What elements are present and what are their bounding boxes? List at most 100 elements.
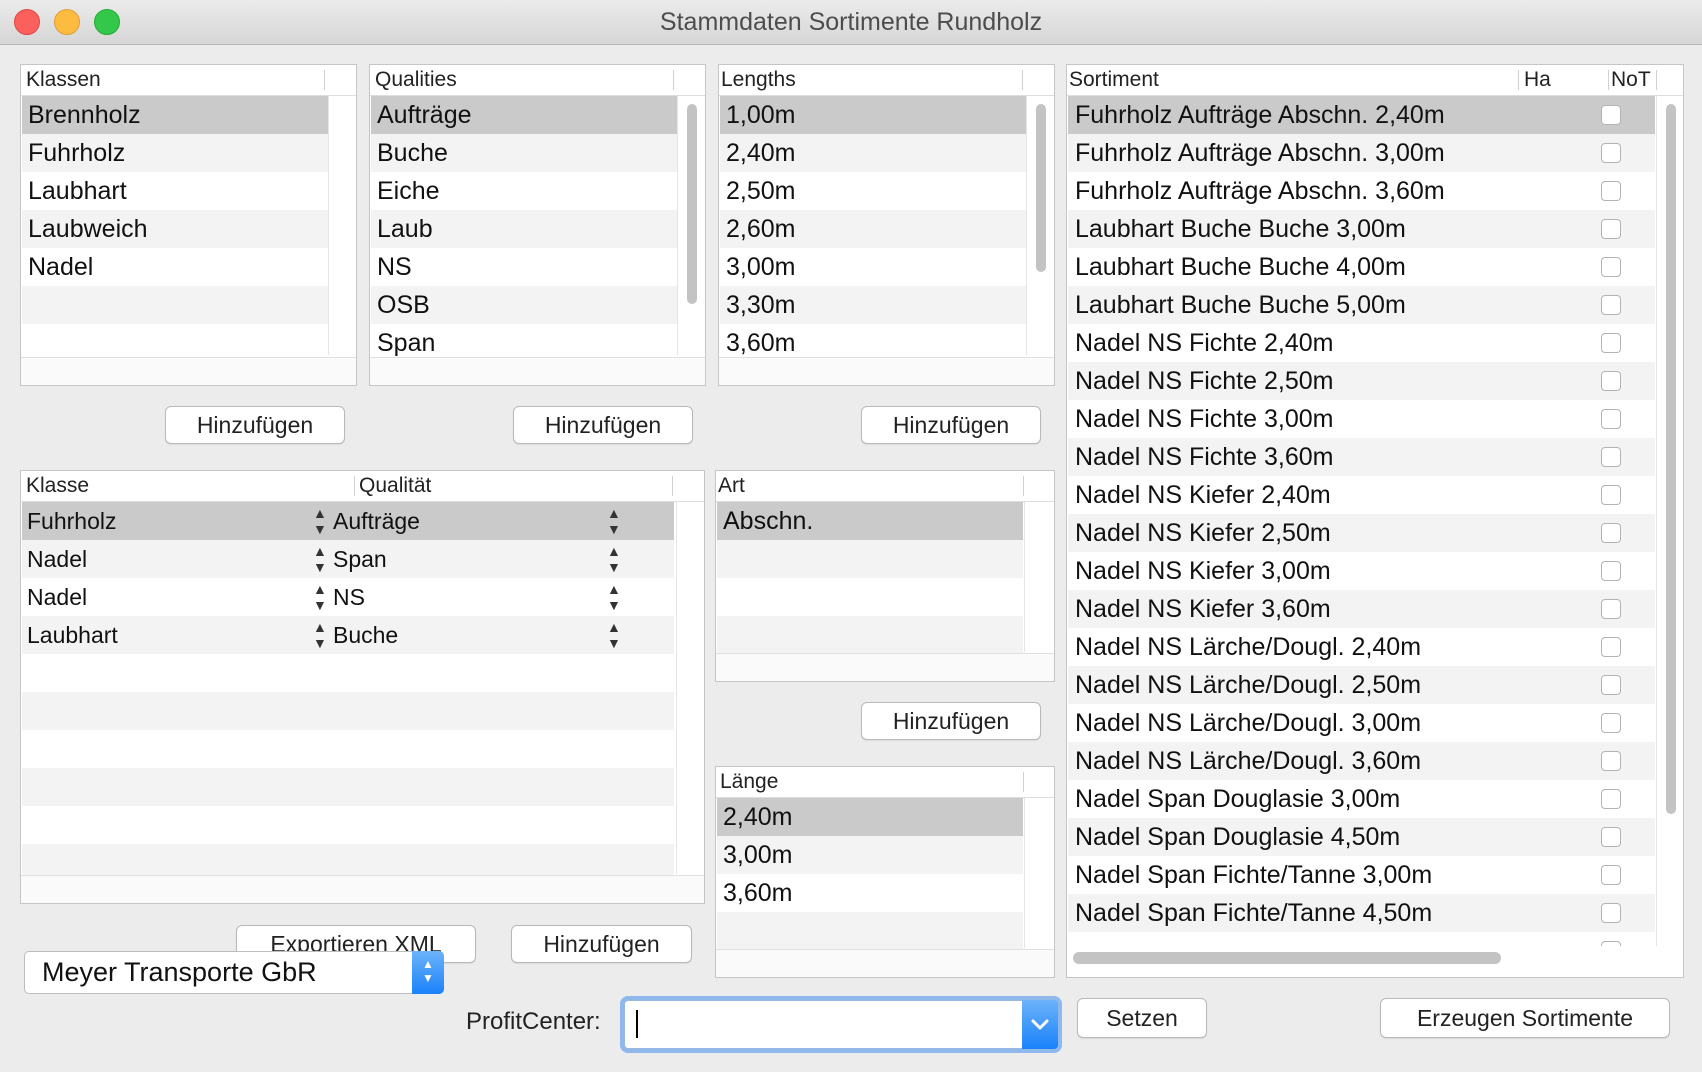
updown-arrows-icon[interactable]: ▲ ▼ — [607, 581, 621, 613]
not-checkbox[interactable] — [1601, 637, 1621, 657]
add-art-button[interactable]: Hinzufügen — [861, 702, 1041, 740]
updown-arrows-icon[interactable]: ▲ ▼ — [607, 505, 621, 537]
qualities-header[interactable]: Qualities — [370, 65, 705, 96]
klasse-cell[interactable]: Nadel — [27, 540, 87, 578]
not-checkbox[interactable] — [1601, 713, 1621, 733]
not-checkbox[interactable] — [1601, 751, 1621, 771]
sortiment-scrollbar[interactable] — [1656, 96, 1683, 946]
not-checkbox[interactable] — [1601, 105, 1621, 125]
mapping-row[interactable]: Nadel ▲ ▼ Span ▲ ▼ — [22, 540, 674, 578]
updown-arrows-icon[interactable]: ▲ ▼ — [607, 619, 621, 651]
not-checkbox[interactable] — [1601, 675, 1621, 695]
qualities-row[interactable]: Aufträge — [371, 96, 677, 134]
art-row[interactable] — [717, 540, 1023, 578]
qualities-row[interactable]: NS — [371, 248, 677, 286]
qualities-scrollbar[interactable] — [677, 96, 705, 355]
sortiment-row[interactable]: Nadel Span Douglasie 4,50m — [1068, 818, 1655, 856]
klassen-row[interactable]: Nadel — [22, 248, 328, 286]
updown-arrows-icon[interactable]: ▲ ▼ — [313, 619, 327, 651]
qualitaet-column-header[interactable]: Qualität — [359, 474, 431, 498]
sortiment-row[interactable]: Nadel NS Fichte 2,50m — [1068, 362, 1655, 400]
not-checkbox[interactable] — [1601, 599, 1621, 619]
klasse-qualitaet-table[interactable]: Klasse Qualität Fuhrholz ▲ ▼ Aufträge ▲ ▼ Nade… — [20, 470, 705, 904]
lengths-row[interactable]: 2,60m — [720, 210, 1026, 248]
art-row[interactable]: Abschn. — [717, 502, 1023, 540]
add-quality-button[interactable]: Hinzufügen — [513, 406, 693, 444]
laenge-list[interactable]: Länge 2,40m 3,00m 3,60m — [715, 766, 1055, 978]
add-klasse-button[interactable]: Hinzufügen — [165, 406, 345, 444]
profitcenter-combobox[interactable] — [624, 1000, 1058, 1049]
not-column-header[interactable]: NoT — [1611, 68, 1651, 92]
qualitaet-cell[interactable]: NS — [333, 578, 365, 616]
klassen-row[interactable]: Laubweich — [22, 210, 328, 248]
not-checkbox[interactable] — [1601, 865, 1621, 885]
qualitaet-cell[interactable]: Buche — [333, 616, 398, 654]
qualities-row[interactable]: Laub — [371, 210, 677, 248]
not-checkbox[interactable] — [1601, 219, 1621, 239]
company-select[interactable]: Meyer Transporte GbR ▲ ▼ — [24, 951, 444, 994]
sortiment-row[interactable]: Fuhrholz Aufträge Abschn. 3,00m — [1068, 134, 1655, 172]
lengths-row[interactable]: 2,40m — [720, 134, 1026, 172]
klassen-header[interactable]: Klassen — [21, 65, 356, 96]
sortiment-row[interactable]: Fuhrholz Aufträge Abschn. 2,40m — [1068, 96, 1655, 134]
sortiment-row[interactable]: Nadel NS Fichte 3,60m — [1068, 438, 1655, 476]
sortiment-scroll-thumb[interactable] — [1666, 104, 1676, 814]
not-checkbox[interactable] — [1601, 827, 1621, 847]
klassen-horizontal-scrollbar[interactable] — [21, 357, 356, 385]
not-checkbox[interactable] — [1601, 295, 1621, 315]
ha-column-header[interactable]: Ha — [1524, 68, 1551, 92]
updown-arrows-icon[interactable]: ▲ ▼ — [313, 505, 327, 537]
art-list[interactable]: Art Abschn. — [715, 470, 1055, 682]
qualities-row[interactable]: Eiche — [371, 172, 677, 210]
profitcenter-dropdown-button[interactable] — [1022, 1000, 1058, 1049]
qualities-row[interactable]: Buche — [371, 134, 677, 172]
not-checkbox[interactable] — [1601, 903, 1621, 923]
sortiment-row[interactable]: Nadel NS Fichte 2,40m — [1068, 324, 1655, 362]
mapping-row[interactable] — [22, 692, 674, 730]
laenge-row[interactable]: 3,00m — [717, 836, 1023, 874]
not-checkbox[interactable] — [1601, 485, 1621, 505]
sortiment-row[interactable]: Fuhrholz Aufträge Abschn. 3,60m — [1068, 172, 1655, 210]
not-checkbox[interactable] — [1601, 181, 1621, 201]
sortiment-horizontal-scroll-thumb[interactable] — [1073, 952, 1501, 964]
lengths-row[interactable]: 3,00m — [720, 248, 1026, 286]
art-row[interactable] — [717, 616, 1023, 654]
klasse-cell[interactable]: Nadel — [27, 578, 87, 616]
klasse-cell[interactable]: Laubhart — [27, 616, 118, 654]
klassen-row[interactable]: Laubhart — [22, 172, 328, 210]
mapping-row[interactable]: Fuhrholz ▲ ▼ Aufträge ▲ ▼ — [22, 502, 674, 540]
sortiment-row[interactable]: Nadel NS Kiefer 3,00m — [1068, 552, 1655, 590]
sortiment-row[interactable]: Nadel Span Douglasie 3,00m — [1068, 780, 1655, 818]
not-checkbox[interactable] — [1601, 941, 1621, 946]
art-header[interactable]: Art — [716, 471, 1054, 502]
add-length-button[interactable]: Hinzufügen — [861, 406, 1041, 444]
lengths-horizontal-scrollbar[interactable] — [719, 357, 1054, 385]
sortiment-row[interactable]: Nadel NS Fichte 3,00m — [1068, 400, 1655, 438]
lengths-scrollbar[interactable] — [1026, 96, 1054, 355]
sortiment-row[interactable]: Laubhart Buche Buche 3,00m — [1068, 210, 1655, 248]
klasse-column-header[interactable]: Klasse — [26, 474, 89, 498]
sortiment-row[interactable]: Laubhart Buche Buche 4,00m — [1068, 248, 1655, 286]
updown-arrows-icon[interactable]: ▲ ▼ — [313, 543, 327, 575]
sortiment-row[interactable]: Nadel NS Lärche/Dougl. 2,40m — [1068, 628, 1655, 666]
sortiment-row[interactable]: Nadel Span Fichte/Tanne 4,50m — [1068, 894, 1655, 932]
sortiment-row[interactable]: Nadel NS Kiefer 3,60m — [1068, 590, 1655, 628]
klassen-scrollbar[interactable] — [328, 96, 356, 355]
mapping-row[interactable] — [22, 806, 674, 844]
add-mapping-button[interactable]: Hinzufügen — [511, 925, 692, 963]
not-checkbox[interactable] — [1601, 333, 1621, 353]
laenge-horizontal-scrollbar[interactable] — [716, 949, 1054, 977]
sortiment-row[interactable] — [1068, 932, 1655, 946]
not-checkbox[interactable] — [1601, 409, 1621, 429]
lengths-row[interactable]: 1,00m — [720, 96, 1026, 134]
not-checkbox[interactable] — [1601, 561, 1621, 581]
sortiment-row[interactable]: Laubhart Buche Buche 5,00m — [1068, 286, 1655, 324]
laenge-row[interactable] — [717, 912, 1023, 950]
mapping-scrollbar[interactable] — [676, 502, 704, 874]
art-scrollbar[interactable] — [1024, 502, 1053, 652]
klassen-row[interactable]: Fuhrholz — [22, 134, 328, 172]
sortiment-row[interactable]: Nadel NS Kiefer 2,40m — [1068, 476, 1655, 514]
lengths-scroll-thumb[interactable] — [1036, 104, 1046, 272]
klassen-list[interactable]: Klassen Brennholz Fuhrholz Laubhart Laubwei… — [20, 64, 357, 386]
lengths-header[interactable]: Lengths — [719, 65, 1054, 96]
